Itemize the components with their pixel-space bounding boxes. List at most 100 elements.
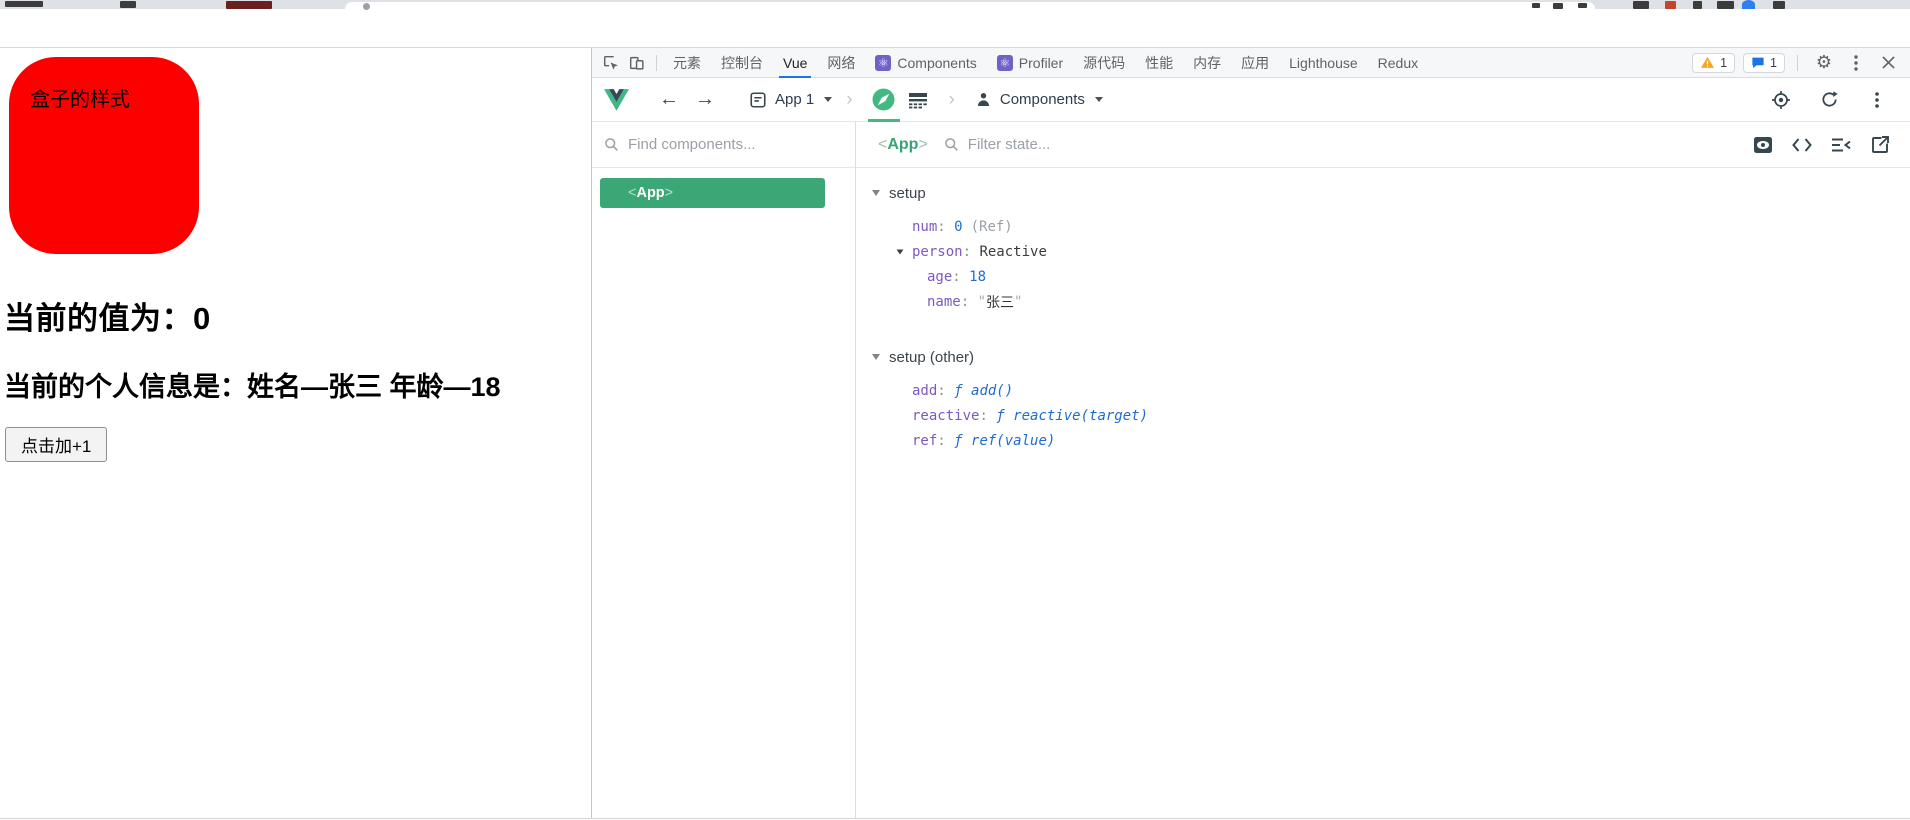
devtools-tab-application[interactable]: 应用	[1231, 48, 1279, 78]
state-row-reactive[interactable]: reactive ƒ reactive(target)	[856, 403, 1910, 428]
devtools-tab-profiler[interactable]: ⚛ Profiler	[987, 48, 1073, 78]
react-devtools-icon: ⚛	[996, 54, 1013, 71]
section-title: setup (other)	[889, 348, 975, 366]
message-count: 1	[1770, 55, 1777, 70]
state-inspector-panel: <App> Filter state... setup num: 0 (Ref…	[856, 122, 1910, 818]
vue-logo	[604, 88, 629, 111]
component-tree-panel: <App>	[592, 122, 856, 818]
omnibox-icon-fragment	[1553, 3, 1563, 9]
separator	[1797, 54, 1798, 71]
find-components-input[interactable]	[628, 136, 843, 153]
vue-devtools-panels: <App> <App>	[592, 122, 1910, 818]
extension-icon-fragment[interactable]	[1693, 1, 1702, 9]
state-row-age[interactable]: age 18	[856, 264, 1910, 289]
devtools-tab-console[interactable]: 控制台	[711, 48, 773, 78]
state-section-setup[interactable]: setup	[856, 180, 1910, 206]
section-title: setup	[889, 184, 926, 202]
refresh-icon[interactable]	[1818, 88, 1840, 112]
timeline-rows-icon	[908, 92, 927, 108]
tab-title-fragment	[5, 1, 43, 7]
message-bubble-icon	[1752, 57, 1764, 69]
devtools-tab-memory[interactable]: 内存	[1183, 48, 1231, 78]
omnibox-fragment[interactable]	[345, 2, 1595, 10]
state-row-name[interactable]: name "张三"	[856, 289, 1910, 314]
devtools-tab-lighthouse[interactable]: Lighthouse	[1279, 48, 1368, 78]
timeline-mode-button[interactable]	[901, 78, 935, 122]
state-section-setup-other[interactable]: setup (other)	[856, 344, 1910, 370]
pick-target-icon[interactable]	[1770, 88, 1792, 112]
inspect-cursor-icon[interactable]	[598, 51, 624, 75]
separator	[656, 54, 657, 71]
devtools-tab-redux[interactable]: Redux	[1368, 48, 1428, 78]
devtools-tabbar: 元素 控制台 Vue 网络 ⚛ Components ⚛ Profiler 源代…	[592, 48, 1910, 78]
tab-label: Profiler	[1018, 54, 1064, 71]
breadcrumb-chevron-icon: ›	[846, 88, 853, 110]
more-vertical-icon[interactable]	[1866, 88, 1888, 112]
search-icon	[605, 138, 618, 151]
browser-chrome-strip	[0, 0, 1910, 10]
device-toolbar-icon[interactable]	[624, 51, 650, 75]
dropdown-caret-icon	[1094, 97, 1103, 102]
devtools-tab-performance[interactable]: 性能	[1135, 48, 1183, 78]
increment-button[interactable]: 点击加+1	[5, 427, 108, 462]
omnibox-icon-fragment	[1578, 3, 1587, 8]
devtools-tab-elements[interactable]: 元素	[663, 48, 711, 78]
red-box-label: 盒子的样式	[30, 89, 130, 111]
app-window-icon	[750, 91, 766, 108]
devtools-tab-vue[interactable]: Vue	[773, 48, 817, 78]
state-row-person[interactable]: person Reactive	[856, 239, 1910, 264]
state-row-add[interactable]: add ƒ add()	[856, 378, 1910, 403]
current-value-heading: 当前的值为：0	[4, 301, 211, 336]
expand-triangle-icon	[872, 190, 880, 196]
component-name: App	[636, 185, 665, 201]
history-back-icon[interactable]: ←	[651, 88, 687, 111]
devtools-tab-sources[interactable]: 源代码	[1073, 48, 1135, 78]
inspector-selector-label: Components	[999, 91, 1085, 108]
site-info-icon[interactable]	[363, 3, 370, 10]
app-selector[interactable]: App 1	[749, 91, 833, 109]
tag-close-bracket: >	[664, 185, 674, 201]
extensions-menu-icon-fragment[interactable]	[1717, 1, 1734, 9]
window-bottom-edge	[0, 818, 1910, 819]
messages-badge[interactable]: 1	[1743, 52, 1785, 73]
inspector-compass-icon	[872, 88, 895, 111]
download-icon-fragment[interactable]	[1633, 1, 1649, 9]
state-row-num[interactable]: num 0 (Ref)	[856, 214, 1910, 239]
tab-label: Components	[897, 54, 977, 71]
inspect-dom-icon[interactable]	[1751, 133, 1775, 157]
code-brackets-icon[interactable]	[1790, 133, 1814, 157]
warning-count: 1	[1720, 55, 1728, 70]
react-devtools-icon: ⚛	[875, 54, 892, 71]
state-tree: setup num 0 (Ref) person Reactive	[856, 168, 1910, 818]
inspector-selector[interactable]: Components	[975, 91, 1103, 109]
devtools-tab-network[interactable]: 网络	[817, 48, 865, 78]
inspector-components-mode-button[interactable]	[867, 78, 901, 122]
collapse-list-icon[interactable]	[1829, 133, 1853, 157]
expand-triangle-icon	[896, 248, 904, 255]
omnibox-icon-fragment	[1532, 3, 1540, 8]
history-forward-icon[interactable]: →	[687, 88, 723, 111]
tab-icon-fragment	[120, 1, 136, 8]
state-row-ref[interactable]: ref ƒ ref(value)	[856, 428, 1910, 453]
filter-state-input[interactable]	[967, 136, 1739, 153]
state-inspector-header: <App>	[856, 122, 1910, 168]
close-devtools-icon[interactable]	[1876, 51, 1900, 75]
profile-avatar-fragment[interactable]	[1742, 0, 1755, 9]
menu-icon-fragment[interactable]	[1773, 1, 1785, 9]
expand-triangle-icon	[872, 354, 880, 360]
extension-icon-fragment[interactable]	[1665, 1, 1676, 9]
selected-component-tag: <App>	[878, 135, 928, 153]
warnings-badge[interactable]: 1	[1692, 52, 1736, 73]
devtools-tab-components[interactable]: ⚛ Components	[865, 48, 986, 78]
tab-favicon-fragment	[226, 1, 272, 9]
devtools-panel: 元素 控制台 Vue 网络 ⚛ Components ⚛ Profiler 源代…	[591, 48, 1910, 818]
warning-triangle-icon	[1701, 56, 1715, 68]
settings-gear-icon[interactable]: ⚙	[1812, 51, 1836, 75]
component-tree-item-app[interactable]: < App >	[600, 178, 825, 208]
open-external-icon[interactable]	[1868, 133, 1892, 157]
find-components-bar	[592, 122, 855, 168]
vue-devtools-toolbar: ← → App 1 › › Components	[592, 78, 1910, 122]
components-person-icon	[977, 92, 989, 106]
more-vertical-icon[interactable]	[1844, 51, 1868, 75]
web-page-viewport: 盒子的样式 当前的值为：0 当前的个人信息是：姓名—张三 年龄—18 点击加+1	[0, 48, 591, 818]
